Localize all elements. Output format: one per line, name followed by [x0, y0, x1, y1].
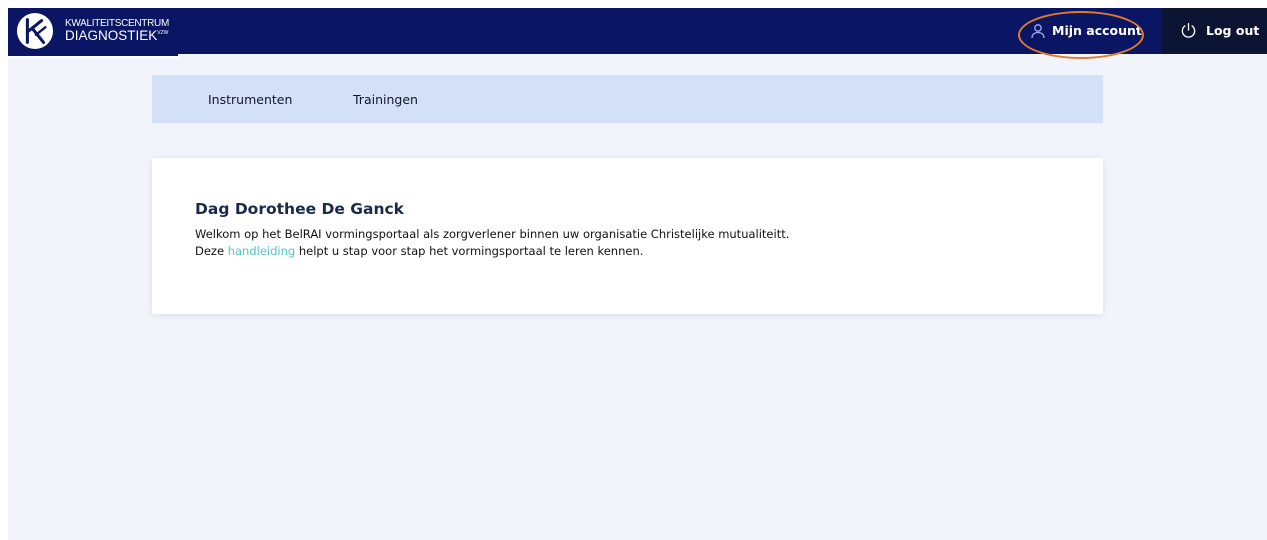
welcome-message: Welkom op het BelRAI vormingsportaal als…: [195, 227, 790, 241]
nav-item-instrumenten[interactable]: Instrumenten: [208, 92, 292, 107]
logo-suffix: VZW: [157, 30, 169, 36]
manual-message-prefix: Deze: [195, 244, 228, 258]
power-icon: [1181, 23, 1196, 38]
welcome-card: Dag Dorothee De Ganck Welkom op het BelR…: [152, 158, 1103, 314]
logout-label: Log out: [1206, 23, 1260, 38]
logo-line-2-text: DIAGNOSTIEK: [65, 28, 158, 43]
page: KWALITEITSCENTRUM DIAGNOSTIEKVZW Mijn ac…: [8, 8, 1267, 540]
kcd-logo-icon: [16, 12, 54, 50]
user-icon: [1031, 24, 1045, 39]
manual-message-suffix: helpt u stap voor stap het vormingsporta…: [295, 244, 644, 258]
manual-link[interactable]: handleiding: [228, 244, 295, 258]
logo-line-2: DIAGNOSTIEKVZW: [65, 29, 169, 43]
my-account-button[interactable]: Mijn account: [1017, 8, 1158, 54]
logo-wordmark: KWALITEITSCENTRUM DIAGNOSTIEKVZW: [65, 19, 169, 43]
my-account-label: Mijn account: [1052, 23, 1142, 38]
manual-message: Deze handleiding helpt u stap voor stap …: [195, 244, 643, 258]
kcd-logo[interactable]: KWALITEITSCENTRUM DIAGNOSTIEKVZW: [8, 8, 178, 58]
top-navigation-bar: KWALITEITSCENTRUM DIAGNOSTIEKVZW Mijn ac…: [8, 8, 1267, 59]
logout-button[interactable]: Log out: [1162, 8, 1267, 54]
welcome-title: Dag Dorothee De Ganck: [195, 200, 404, 218]
nav-item-trainingen[interactable]: Trainingen: [353, 92, 418, 107]
sub-navigation: Instrumenten Trainingen: [152, 75, 1103, 123]
